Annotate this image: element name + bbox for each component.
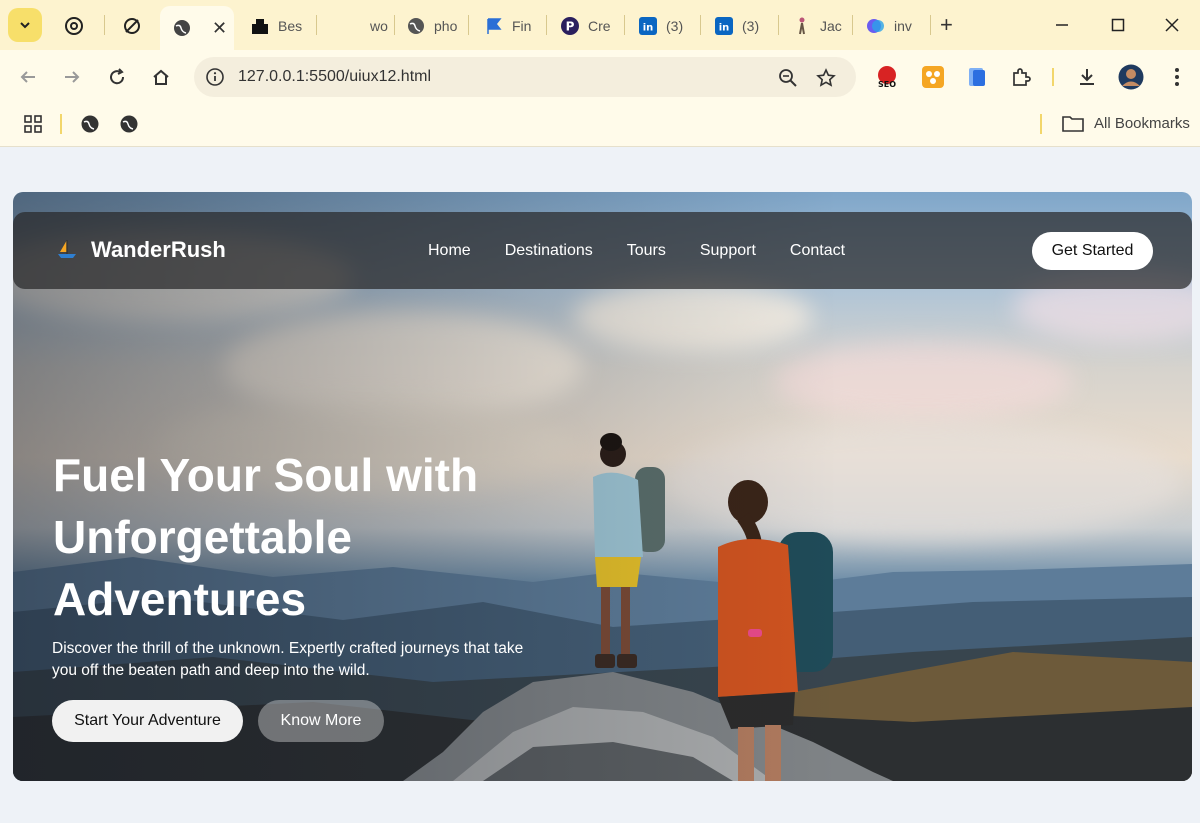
svg-text:SEO: SEO bbox=[878, 80, 896, 89]
close-tab-icon[interactable]: ✕ bbox=[212, 18, 227, 39]
forward-arrow-icon[interactable] bbox=[58, 63, 86, 91]
tab-title: (3) bbox=[742, 18, 760, 34]
nav-menu: Home Destinations Tours Support Contact bbox=[428, 242, 845, 260]
new-tab-plus-icon[interactable]: + bbox=[940, 12, 953, 38]
hero-section: WanderRush Home Destinations Tours Suppo… bbox=[13, 192, 1192, 781]
chevron-down-icon bbox=[20, 22, 30, 29]
svg-text:P: P bbox=[566, 20, 575, 34]
svg-text:in: in bbox=[719, 23, 730, 34]
figure-icon bbox=[792, 16, 812, 36]
profile-avatar[interactable] bbox=[1118, 64, 1144, 90]
extension-icon[interactable] bbox=[920, 64, 946, 90]
all-bookmarks-label: All Bookmarks bbox=[1094, 114, 1190, 132]
bookmark-star-icon[interactable] bbox=[814, 66, 838, 90]
site-navbar: WanderRush Home Destinations Tours Suppo… bbox=[13, 212, 1192, 289]
globe-icon bbox=[172, 18, 192, 38]
globe-icon[interactable] bbox=[118, 113, 140, 135]
tab-strip: ✕ Bes wo pho Fin P Cre in (3) in (3) Jac… bbox=[0, 0, 1200, 50]
sailboat-icon bbox=[58, 240, 76, 258]
bookmarks-bar: All Bookmarks bbox=[0, 102, 1200, 147]
hero-headline: Fuel Your Soul with Unforgettable Advent… bbox=[53, 449, 479, 625]
tab-title: wo bbox=[370, 18, 388, 34]
download-icon[interactable] bbox=[1074, 64, 1100, 90]
apps-grid-icon[interactable] bbox=[22, 113, 44, 135]
tab-item[interactable]: Bes bbox=[238, 8, 316, 44]
blank-icon bbox=[342, 16, 362, 36]
browser-toolbar: 127.0.0.1:5500/uiux12.html SEO bbox=[0, 50, 1200, 102]
folder-icon bbox=[1062, 116, 1084, 132]
minimize-icon[interactable] bbox=[1042, 10, 1082, 40]
get-started-button[interactable]: Get Started bbox=[1032, 232, 1153, 270]
tab-item[interactable]: pho bbox=[394, 8, 468, 44]
nav-link-home[interactable]: Home bbox=[428, 242, 471, 260]
home-icon[interactable] bbox=[147, 63, 175, 91]
reader-extension-icon[interactable] bbox=[964, 64, 990, 90]
url-text: 127.0.0.1:5500/uiux12.html bbox=[238, 68, 432, 85]
zoom-icon[interactable] bbox=[776, 66, 800, 90]
tab-item[interactable]: inv bbox=[854, 8, 928, 44]
all-bookmarks-button[interactable]: All Bookmarks bbox=[1062, 114, 1190, 132]
nav-link-tours[interactable]: Tours bbox=[627, 242, 666, 260]
seo-extension-icon[interactable]: SEO bbox=[874, 64, 900, 90]
tab-title: Bes bbox=[278, 18, 303, 34]
hero-subtext: Discover the thrill of the unknown. Expe… bbox=[52, 640, 524, 679]
tab-title: Cre bbox=[588, 18, 611, 34]
tab-item[interactable] bbox=[52, 8, 104, 44]
nav-link-contact[interactable]: Contact bbox=[790, 242, 845, 260]
more-menu-icon[interactable] bbox=[1164, 64, 1190, 90]
tab-title: (3) bbox=[666, 18, 684, 34]
address-bar[interactable]: 127.0.0.1:5500/uiux12.html bbox=[194, 57, 856, 97]
globe-icon[interactable] bbox=[79, 113, 101, 135]
nav-link-destinations[interactable]: Destinations bbox=[505, 242, 593, 260]
openai-icon bbox=[64, 16, 84, 36]
know-more-button[interactable]: Know More bbox=[258, 700, 384, 742]
start-adventure-button[interactable]: Start Your Adventure bbox=[52, 700, 243, 742]
flag-icon bbox=[484, 16, 504, 36]
extensions-puzzle-icon[interactable] bbox=[1008, 64, 1034, 90]
tab-item[interactable]: Jac bbox=[780, 8, 850, 44]
copilot-icon bbox=[866, 16, 886, 36]
tab-title: Jac bbox=[820, 18, 842, 34]
tab-title: Fin bbox=[512, 18, 532, 34]
close-window-icon[interactable] bbox=[1152, 10, 1192, 40]
tab-item[interactable]: P Cre bbox=[548, 8, 622, 44]
maximize-icon[interactable] bbox=[1098, 10, 1138, 40]
tab-item[interactable]: Fin bbox=[472, 8, 544, 44]
tab-item-active[interactable]: ✕ bbox=[160, 6, 234, 50]
nav-link-support[interactable]: Support bbox=[700, 242, 756, 260]
linkedin-icon: in bbox=[714, 16, 734, 36]
tab-item[interactable]: in (3) bbox=[626, 8, 700, 44]
tab-title: inv bbox=[894, 18, 912, 34]
svg-text:in: in bbox=[643, 23, 654, 34]
tab-item[interactable] bbox=[110, 8, 162, 44]
site-icon bbox=[250, 16, 270, 36]
reload-icon[interactable] bbox=[103, 63, 131, 91]
site-info-icon[interactable] bbox=[204, 66, 226, 88]
slashed-circle-icon bbox=[122, 16, 142, 36]
brand-name: WanderRush bbox=[91, 237, 226, 262]
tab-title: pho bbox=[434, 18, 458, 34]
p-logo-icon: P bbox=[560, 16, 580, 36]
tab-item[interactable]: wo bbox=[330, 8, 394, 44]
brand-logo[interactable]: WanderRush bbox=[55, 237, 226, 263]
tab-search-button[interactable] bbox=[8, 8, 42, 42]
back-arrow-icon[interactable] bbox=[14, 63, 42, 91]
globe-icon bbox=[406, 16, 426, 36]
tab-item[interactable]: in (3) bbox=[702, 8, 776, 44]
linkedin-icon: in bbox=[638, 16, 658, 36]
